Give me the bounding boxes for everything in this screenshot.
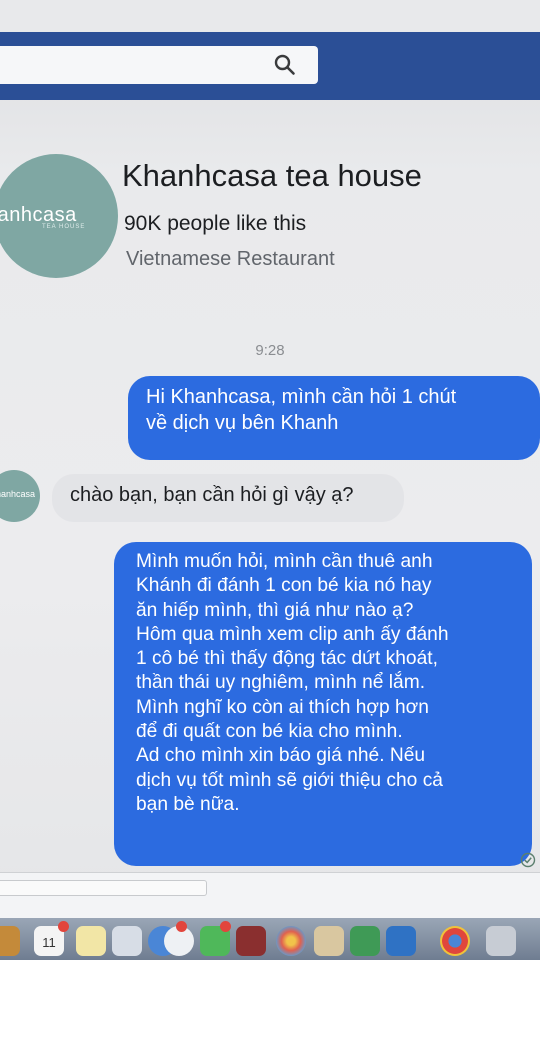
search-input[interactable]	[0, 46, 318, 84]
outgoing-message-bubble[interactable]: Mình muốn hỏi, mình cần thuê anh Khánh đ…	[114, 542, 532, 866]
outgoing-message-bubble[interactable]: Hi Khanhcasa, mình cần hỏi 1 chút về dịc…	[128, 376, 540, 460]
photos-icon[interactable]	[276, 926, 306, 956]
message-line: thần thái uy nghiêm, mình nể lắm.	[136, 672, 426, 694]
incoming-message-bubble[interactable]: chào bạn, bạn cần hỏi gì vậy ạ?	[52, 474, 404, 522]
app-icon[interactable]	[486, 926, 516, 956]
message-line: ăn hiếp mình, thì giá như nào ạ?	[136, 599, 414, 621]
numbers-icon[interactable]	[350, 926, 380, 956]
message-line: Mình muốn hỏi, mình cần thuê anh	[136, 551, 433, 572]
chrome-icon[interactable]	[440, 926, 470, 956]
message-line: Ad cho mình xin báo giá nhé. Nếu	[136, 745, 426, 767]
notification-badge	[220, 921, 231, 932]
page-avatar-small: hanhcasa	[0, 470, 40, 522]
message-line: Mình nghĩ ko còn ai thích hợp hơn	[136, 696, 429, 718]
notes-icon[interactable]	[76, 926, 106, 956]
page-likes: 90K people like this	[124, 212, 307, 235]
notification-badge	[58, 921, 69, 932]
preview-icon[interactable]	[112, 926, 142, 956]
seen-check-icon	[520, 852, 536, 868]
calendar-day: 11	[42, 935, 56, 950]
search-icon[interactable]	[272, 52, 298, 78]
screen: hanhcasa TEA HOUSE Khanhcasa tea house 9…	[0, 0, 540, 960]
keynote-icon[interactable]	[386, 926, 416, 956]
message-line: dịch vụ tốt mình sẽ giới thiệu cho cả	[136, 769, 443, 791]
message-input[interactable]	[0, 880, 207, 896]
page-category: Vietnamese Restaurant	[126, 248, 335, 270]
top-strip	[0, 0, 540, 32]
message-line: Khánh đi đánh 1 con bé kia nó hay	[136, 575, 432, 597]
message-line: về dịch vụ bên Khanh	[146, 412, 339, 435]
message-line: Hi Khanhcasa, mình cần hỏi 1 chút	[146, 386, 457, 408]
photo-booth-icon[interactable]	[236, 926, 266, 956]
finder-icon[interactable]	[0, 926, 20, 956]
message-line: 1 cô bé thì thấy động tác dứt khoát,	[136, 648, 438, 670]
message-line: chào bạn, bạn cần hỏi gì vậy ạ?	[70, 484, 354, 506]
page-logo-subtext: TEA HOUSE	[42, 224, 86, 230]
page-name[interactable]: Khanhcasa tea house	[122, 158, 422, 194]
message-line: bạn bè nữa.	[136, 793, 240, 815]
page-avatar[interactable]: hanhcasa TEA HOUSE	[0, 154, 118, 278]
message-timestamp: 9:28	[255, 342, 285, 359]
contacts-icon[interactable]	[314, 926, 344, 956]
notification-badge	[176, 921, 187, 932]
message-line: để đi quất con bé kia cho mình.	[136, 720, 403, 742]
message-line: Hôm qua mình xem clip anh ấy đánh	[136, 623, 449, 645]
avatar-small-logo-text: hanhcasa	[0, 489, 36, 499]
